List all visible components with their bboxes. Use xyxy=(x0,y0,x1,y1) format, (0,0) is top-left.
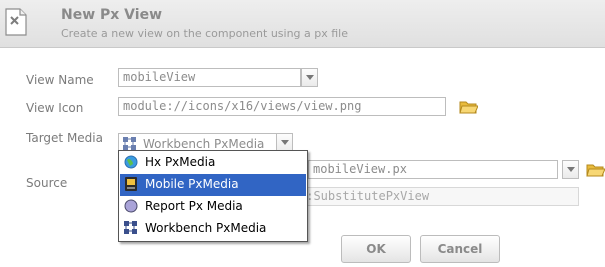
view-icon-input[interactable]: module://icons/x16/views/view.png xyxy=(118,97,446,116)
dialog-title: New Px View xyxy=(61,7,163,23)
source-dropdown-button[interactable] xyxy=(562,160,579,179)
folder-browse-icon[interactable] xyxy=(459,99,478,114)
new-file-icon xyxy=(5,8,27,36)
folder-browse-icon[interactable] xyxy=(586,162,605,177)
source-file-input[interactable]: mobileView.px xyxy=(308,160,558,179)
media-option-hx[interactable]: Hx PxMedia xyxy=(120,152,306,174)
media-option-label: Report Px Media xyxy=(145,199,243,213)
source-label: Source xyxy=(26,176,68,190)
media-option-report[interactable]: Report Px Media xyxy=(120,196,306,218)
view-icon-label: View Icon xyxy=(26,101,84,115)
dialog-subtitle: Create a new view on the component using… xyxy=(61,27,349,40)
dialog-header: New Px View Create a new view on the com… xyxy=(0,0,605,48)
media-option-label: Hx PxMedia xyxy=(145,155,216,169)
ok-button[interactable]: OK xyxy=(341,235,411,263)
media-option-mobile[interactable]: Mobile PxMedia xyxy=(120,174,306,196)
cancel-button[interactable]: Cancel xyxy=(420,235,500,263)
globe-icon xyxy=(124,155,138,169)
chevron-down-icon xyxy=(567,167,575,172)
target-media-popup: Hx PxMedia Mobile PxMedia Report Px Medi… xyxy=(118,150,308,242)
target-media-value: Workbench PxMedia xyxy=(143,137,265,151)
workbench-grid-icon xyxy=(124,221,137,234)
view-name-label: View Name xyxy=(26,73,94,87)
report-circle-icon xyxy=(124,199,138,213)
media-option-label: Mobile PxMedia xyxy=(145,177,239,191)
view-name-dropdown-button[interactable] xyxy=(301,68,318,87)
chevron-down-icon xyxy=(306,75,314,80)
media-option-label: Workbench PxMedia xyxy=(145,221,267,235)
media-option-workbench[interactable]: Workbench PxMedia xyxy=(120,218,306,240)
view-name-input[interactable]: mobileView xyxy=(118,68,301,87)
chevron-down-icon xyxy=(281,140,289,145)
mobile-device-icon xyxy=(125,177,137,191)
target-media-label: Target Media xyxy=(26,131,103,145)
workbench-grid-icon xyxy=(123,137,136,150)
source-type-field: s:SubstitutePxView xyxy=(296,187,579,206)
